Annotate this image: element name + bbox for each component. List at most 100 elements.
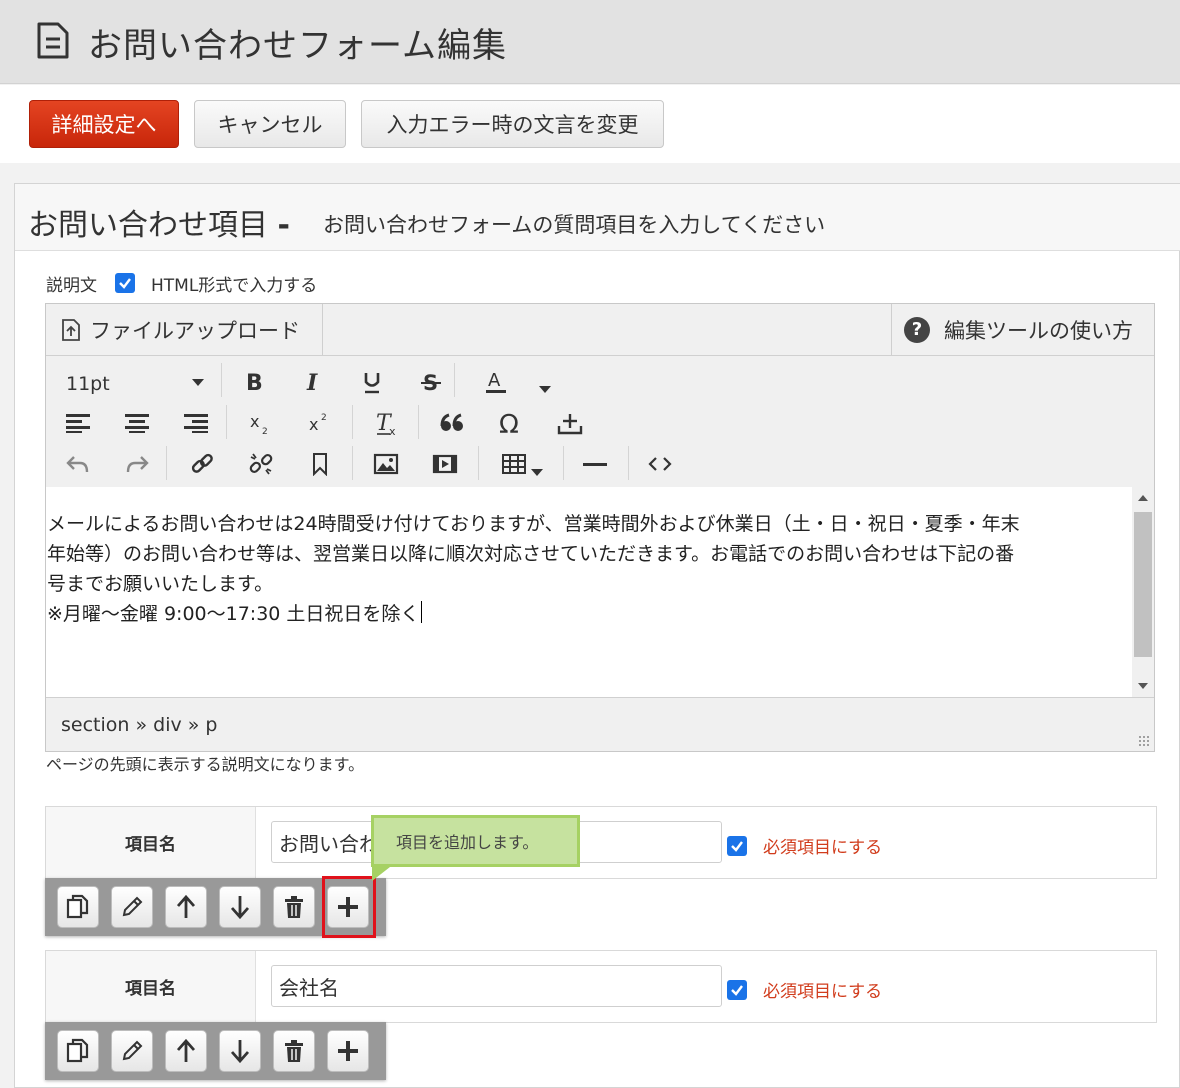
arrow-up-icon [176, 894, 196, 918]
toolbar-divider [221, 363, 222, 397]
editor-line: 号までお願いいたします。 [47, 573, 274, 595]
file-upload-label: ファイルアップロード [90, 318, 300, 343]
scrollbar-thumb[interactable] [1134, 512, 1152, 657]
table-icon[interactable] [494, 446, 534, 482]
copy-icon [66, 894, 89, 919]
scroll-up-arrow-icon[interactable] [1138, 495, 1148, 501]
trash-icon [285, 1040, 303, 1062]
svg-text:2: 2 [321, 413, 327, 423]
required-label: 必須項目にする [763, 838, 883, 858]
svg-text:A: A [488, 370, 501, 391]
panel-title: お問い合わせ項目 - [28, 200, 290, 244]
item-name-input[interactable]: 会社名 [271, 965, 722, 1007]
change-error-text-button[interactable]: 入力エラー時の文言を変更 [361, 100, 664, 148]
item-actions-bar [45, 1022, 386, 1080]
move-down-button[interactable] [219, 1030, 261, 1072]
font-size-select[interactable]: 11pt [66, 373, 110, 395]
add-item-tooltip: 項目を追加します。 [371, 815, 580, 867]
svg-text:B: B [246, 371, 263, 394]
chevron-down-icon[interactable] [192, 379, 204, 386]
svg-text:Ω: Ω [499, 410, 519, 437]
detail-settings-button[interactable]: 詳細設定へ [29, 100, 179, 148]
svg-text:x: x [250, 412, 259, 431]
rich-text-editor: ファイルアップロード ? 編集ツールの使い方 11pt B I S A x 2 … [45, 303, 1155, 752]
underline-icon[interactable] [352, 364, 392, 400]
unlink-icon[interactable] [241, 446, 281, 482]
blockquote-icon[interactable] [432, 405, 472, 441]
editor-line: ※月曜～金曜 9:00～17:30 土日祝日を除く [47, 603, 420, 625]
delete-button[interactable] [273, 1030, 315, 1072]
item-name-label: 項目名 [46, 951, 256, 1022]
delete-button[interactable] [273, 886, 315, 928]
checkmark-icon [731, 984, 743, 996]
special-character-icon[interactable]: Ω [491, 405, 531, 441]
editor-text[interactable]: メールによるお問い合わせは24時間受け付けておりますが、営業時間外および休業日（… [47, 509, 1127, 629]
required-checkbox[interactable] [727, 835, 747, 856]
editor-line-wrap: ※月曜～金曜 9:00～17:30 土日祝日を除く [47, 599, 1127, 629]
item-row: 項目名 お問い合わせ 必須項目にする [45, 806, 1157, 879]
subscript-icon[interactable]: x2 [240, 405, 280, 441]
required-toggle: 必須項目にする [727, 833, 882, 858]
align-right-icon[interactable] [176, 405, 216, 441]
svg-text:I: I [306, 370, 318, 394]
checkmark-icon [119, 278, 131, 289]
bold-icon[interactable]: B [234, 364, 274, 400]
move-up-button[interactable] [165, 886, 207, 928]
panel-subtitle: お問い合わせフォームの質問項目を入力してください [323, 213, 826, 237]
arrow-down-icon [230, 896, 250, 920]
svg-text:2: 2 [262, 427, 268, 436]
svg-text:x: x [389, 425, 396, 437]
video-icon[interactable] [425, 446, 465, 482]
move-down-button[interactable] [219, 886, 261, 928]
svg-text:x: x [309, 415, 318, 434]
text-color-dropdown-icon[interactable] [539, 386, 551, 393]
toolbar-divider [226, 405, 227, 439]
image-icon[interactable] [366, 446, 406, 482]
editor-help-button[interactable]: ? 編集ツールの使い方 [891, 304, 1154, 355]
superscript-icon[interactable]: x2 [299, 405, 339, 441]
copy-button[interactable] [57, 1030, 99, 1072]
required-checkbox[interactable] [727, 979, 747, 1000]
edit-button[interactable] [111, 886, 153, 928]
horizontal-rule-icon[interactable] [575, 446, 615, 482]
toolbar-divider [563, 446, 564, 480]
edit-button[interactable] [111, 1030, 153, 1072]
editor-line: メールによるお問い合わせは24時間受け付けておりますが、営業時間外および休業日（… [47, 513, 1020, 535]
editor-content-area[interactable]: メールによるお問い合わせは24時間受け付けておりますが、営業時間外および休業日（… [46, 487, 1154, 697]
add-item-button[interactable] [327, 1030, 369, 1072]
scroll-down-arrow-icon[interactable] [1138, 683, 1148, 689]
editor-topbar: ファイルアップロード ? 編集ツールの使い方 [46, 304, 1154, 356]
toolbar-divider [352, 446, 353, 480]
required-label: 必須項目にする [763, 982, 883, 1002]
file-upload-button[interactable]: ファイルアップロード [46, 304, 323, 355]
align-left-icon[interactable] [58, 405, 98, 441]
link-icon[interactable] [182, 446, 222, 482]
table-dropdown-icon[interactable] [531, 469, 543, 476]
clear-format-icon[interactable]: Tx [366, 405, 406, 441]
required-toggle: 必須項目にする [727, 977, 882, 1002]
editor-help-label: 編集ツールの使い方 [944, 318, 1133, 343]
strikethrough-icon[interactable]: S [411, 364, 451, 400]
resize-grip-icon[interactable] [1138, 735, 1150, 747]
html-format-checkbox[interactable] [115, 273, 135, 293]
trash-icon [285, 896, 303, 918]
checkmark-icon [731, 840, 743, 852]
copy-button[interactable] [57, 886, 99, 928]
undo-icon[interactable] [58, 446, 98, 482]
item-name-label: 項目名 [46, 807, 256, 878]
italic-icon[interactable]: I [293, 364, 333, 400]
editor-scrollbar[interactable] [1132, 487, 1154, 697]
cancel-button[interactable]: キャンセル [194, 100, 346, 148]
toolbar-divider [418, 405, 419, 439]
bookmark-icon[interactable] [300, 446, 340, 482]
move-up-button[interactable] [165, 1030, 207, 1072]
element-path: section » div » p [61, 714, 218, 736]
source-code-icon[interactable] [640, 446, 680, 482]
insert-anchor-icon[interactable] [550, 405, 590, 441]
redo-icon[interactable] [117, 446, 157, 482]
pencil-icon [122, 896, 143, 917]
text-color-icon[interactable]: A [476, 364, 516, 400]
align-center-icon[interactable] [117, 405, 157, 441]
item-row: 項目名 会社名 必須項目にする [45, 950, 1157, 1023]
html-format-label: HTML形式で入力する [151, 275, 318, 296]
